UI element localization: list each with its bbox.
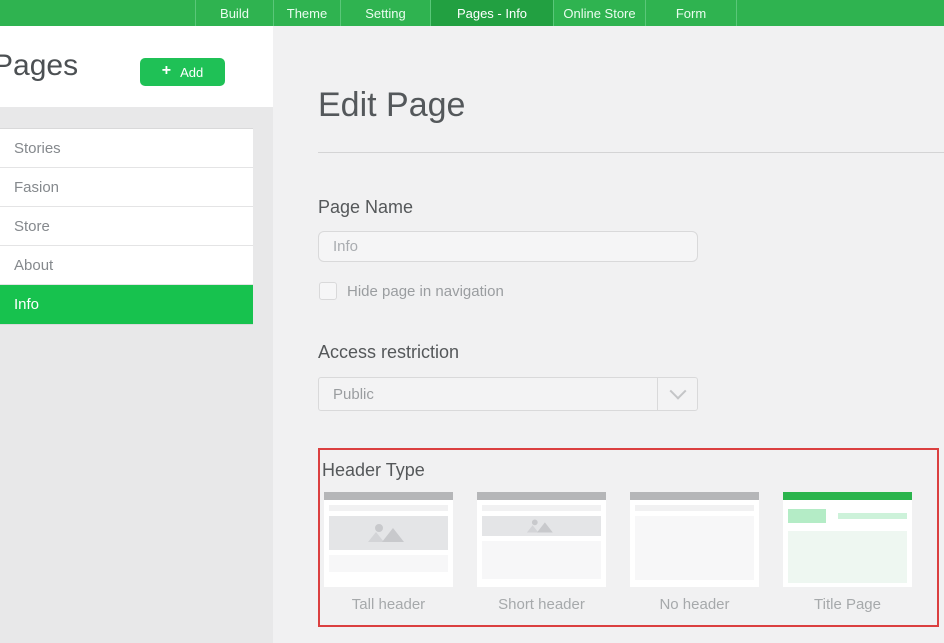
hide-page-checkbox-label[interactable]: Hide page in navigation bbox=[347, 283, 504, 300]
app-root: Build Theme Setting Pages - Info Online … bbox=[0, 0, 944, 643]
thumb-image-placeholder bbox=[482, 516, 601, 536]
page-list: Stories Fasion Store About Info bbox=[0, 128, 253, 325]
sidebar: Stories Fasion Store About Info bbox=[0, 107, 273, 643]
thumb-topbar-green bbox=[783, 492, 912, 500]
nav-tab-theme[interactable]: Theme bbox=[273, 0, 340, 26]
nav-tab-online-store[interactable]: Online Store bbox=[553, 0, 645, 26]
nav-tab-build[interactable]: Build bbox=[195, 0, 273, 26]
no-header-thumbnail bbox=[630, 492, 759, 587]
sidebar-item-info[interactable]: Info bbox=[0, 285, 253, 324]
image-placeholder-icon bbox=[526, 520, 556, 533]
hide-page-checkbox[interactable] bbox=[319, 282, 337, 300]
sidebar-item-store[interactable]: Store bbox=[0, 207, 253, 246]
top-nav: Build Theme Setting Pages - Info Online … bbox=[0, 0, 944, 26]
plus-icon: + bbox=[162, 63, 171, 79]
access-restriction-dropdown[interactable]: Public bbox=[318, 377, 698, 411]
page-name-input[interactable] bbox=[318, 231, 698, 262]
header-type-option-label: No header bbox=[630, 596, 759, 613]
tall-header-thumbnail bbox=[324, 492, 453, 587]
short-header-thumbnail bbox=[477, 492, 606, 587]
thumb-image-placeholder bbox=[329, 516, 448, 550]
thumb-topbar bbox=[630, 492, 759, 500]
thumb-content-block bbox=[482, 541, 601, 579]
sidebar-title: Pages bbox=[0, 49, 78, 83]
nav-tab-pages-info[interactable]: Pages - Info bbox=[430, 0, 553, 26]
sidebar-header: Pages + Add bbox=[0, 26, 273, 107]
sidebar-item-about[interactable]: About bbox=[0, 246, 253, 285]
nav-tab-form[interactable]: Form bbox=[645, 0, 737, 26]
nav-tab-setting[interactable]: Setting bbox=[340, 0, 430, 26]
thumb-navline bbox=[635, 505, 754, 511]
thumb-title-block bbox=[788, 509, 826, 523]
thumb-title-line bbox=[838, 513, 907, 519]
thumb-content-block bbox=[635, 516, 754, 580]
header-type-option-tall[interactable]: Tall header bbox=[324, 492, 453, 613]
header-type-highlight-box: Header Type Tall header bbox=[318, 448, 939, 627]
header-type-label: Header Type bbox=[322, 460, 425, 481]
header-type-option-label: Short header bbox=[477, 596, 606, 613]
thumb-content-block bbox=[329, 555, 448, 572]
title-divider bbox=[318, 152, 944, 153]
access-restriction-value: Public bbox=[319, 386, 657, 403]
thumb-navline bbox=[482, 505, 601, 511]
add-button-label: Add bbox=[180, 65, 203, 80]
sidebar-item-stories[interactable]: Stories bbox=[0, 129, 253, 168]
sidebar-item-fasion[interactable]: Fasion bbox=[0, 168, 253, 207]
page-title: Edit Page bbox=[318, 86, 465, 125]
header-type-option-label: Title Page bbox=[783, 596, 912, 613]
page-name-label: Page Name bbox=[318, 197, 413, 218]
header-type-option-label: Tall header bbox=[324, 596, 453, 613]
chevron-down-icon bbox=[669, 383, 686, 400]
access-restriction-label: Access restriction bbox=[318, 342, 459, 363]
title-page-thumbnail bbox=[783, 492, 912, 587]
thumb-navline bbox=[329, 505, 448, 511]
header-type-option-title-page[interactable]: Title Page bbox=[783, 492, 912, 613]
thumb-topbar bbox=[477, 492, 606, 500]
image-placeholder-icon bbox=[368, 524, 410, 542]
add-page-button[interactable]: + Add bbox=[140, 58, 225, 86]
header-type-option-short[interactable]: Short header bbox=[477, 492, 606, 613]
dropdown-toggle[interactable] bbox=[657, 378, 697, 410]
header-type-options: Tall header Short header bbox=[324, 492, 912, 613]
thumb-content-block bbox=[788, 531, 907, 583]
header-type-option-none[interactable]: No header bbox=[630, 492, 759, 613]
thumb-topbar bbox=[324, 492, 453, 500]
